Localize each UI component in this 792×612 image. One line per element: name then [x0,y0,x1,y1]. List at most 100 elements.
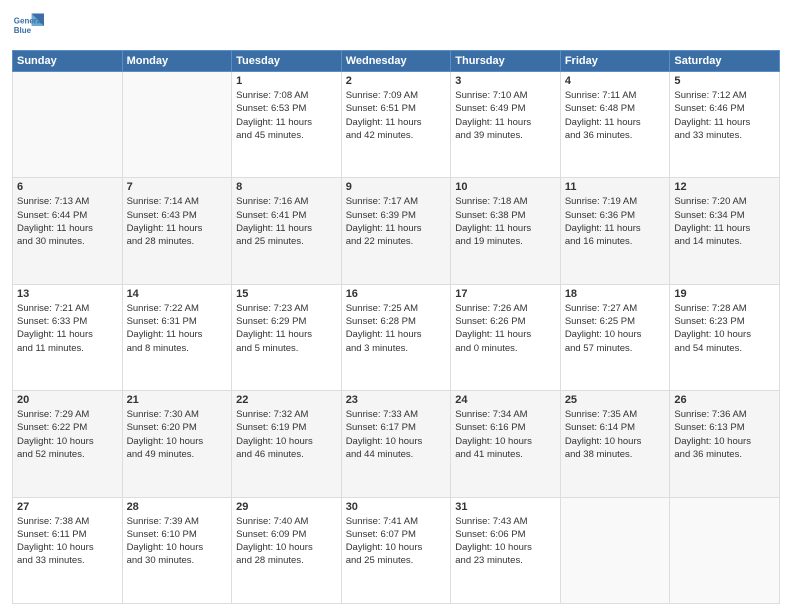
day-number: 16 [346,288,447,300]
calendar-cell: 23Sunrise: 7:33 AM Sunset: 6:17 PM Dayli… [341,391,451,497]
day-info: Sunrise: 7:18 AM Sunset: 6:38 PM Dayligh… [455,195,556,248]
day-info: Sunrise: 7:27 AM Sunset: 6:25 PM Dayligh… [565,302,666,355]
calendar-week-row: 1Sunrise: 7:08 AM Sunset: 6:53 PM Daylig… [13,72,780,178]
day-info: Sunrise: 7:08 AM Sunset: 6:53 PM Dayligh… [236,89,337,142]
day-number: 28 [127,501,228,513]
calendar-cell: 24 Sunrise: 7:34 AM Sunset: 6:16 PM Dayli… [451,391,561,497]
day-number: 17 [455,288,556,300]
page-container: General Blue SundayMondayTuesdayWednesda… [0,0,792,612]
calendar-cell: 28 Sunrise: 7:39 AM Sunset: 6:10 PM Dayli… [122,497,232,603]
calendar-cell: 21 Sunrise: 7:30 AM Sunset: 6:20 PM Dayli… [122,391,232,497]
day-info: Sunrise: 7:16 AM Sunset: 6:41 PM Dayligh… [236,195,337,248]
calendar-cell [670,497,780,603]
day-number: 27 [17,501,118,513]
day-info: Sunrise: 7:22 AM Sunset: 6:31 PM Dayligh… [127,302,228,355]
calendar-cell: 25 Sunrise: 7:35 AM Sunset: 6:14 PM Dayli… [560,391,670,497]
calendar-cell: 4Sunrise: 7:11 AM Sunset: 6:48 PM Daylig… [560,72,670,178]
day-number: 24 [455,394,556,406]
day-info: Sunrise: 7:32 AM Sunset: 6:19 PM Dayligh… [236,408,337,461]
calendar-week-row: 13Sunrise: 7:21 AM Sunset: 6:33 PM Dayli… [13,284,780,390]
calendar-cell: 7 Sunrise: 7:14 AM Sunset: 6:43 PM Daylig… [122,178,232,284]
calendar-cell: 6 Sunrise: 7:13 AM Sunset: 6:44 PM Daylig… [13,178,123,284]
calendar-cell: 26 Sunrise: 7:36 AM Sunset: 6:13 PM Dayli… [670,391,780,497]
day-number: 9 [346,181,447,193]
calendar-cell: 10Sunrise: 7:18 AM Sunset: 6:38 PM Dayli… [451,178,561,284]
day-info: Sunrise: 7:19 AM Sunset: 6:36 PM Dayligh… [565,195,666,248]
day-number: 23 [346,394,447,406]
calendar-cell: 16 Sunrise: 7:25 AM Sunset: 6:28 PM Dayli… [341,284,451,390]
calendar-cell: 20 Sunrise: 7:29 AM Sunset: 6:22 PM Dayli… [13,391,123,497]
calendar-cell: 31 Sunrise: 7:43 AM Sunset: 6:06 PM Dayli… [451,497,561,603]
day-info: Sunrise: 7:13 AM Sunset: 6:44 PM Dayligh… [17,195,118,248]
day-number: 4 [565,75,666,87]
day-number: 3 [455,75,556,87]
day-info: Sunrise: 7:35 AM Sunset: 6:14 PM Dayligh… [565,408,666,461]
calendar-cell: 13Sunrise: 7:21 AM Sunset: 6:33 PM Dayli… [13,284,123,390]
day-number: 18 [565,288,666,300]
day-number: 26 [674,394,775,406]
weekday-header: Sunday [13,51,123,72]
day-info: Sunrise: 7:26 AM Sunset: 6:26 PM Dayligh… [455,302,556,355]
day-number: 15 [236,288,337,300]
calendar-cell: 22Sunrise: 7:32 AM Sunset: 6:19 PM Dayli… [232,391,342,497]
calendar-week-row: 6 Sunrise: 7:13 AM Sunset: 6:44 PM Daylig… [13,178,780,284]
day-info: Sunrise: 7:14 AM Sunset: 6:43 PM Dayligh… [127,195,228,248]
day-info: Sunrise: 7:40 AM Sunset: 6:09 PM Dayligh… [236,515,337,568]
calendar-cell: 19 Sunrise: 7:28 AM Sunset: 6:23 PM Dayli… [670,284,780,390]
calendar-cell: 5Sunrise: 7:12 AM Sunset: 6:46 PM Daylig… [670,72,780,178]
day-info: Sunrise: 7:34 AM Sunset: 6:16 PM Dayligh… [455,408,556,461]
svg-text:Blue: Blue [14,26,32,35]
calendar-cell: 18 Sunrise: 7:27 AM Sunset: 6:25 PM Dayli… [560,284,670,390]
calendar-week-row: 27Sunrise: 7:38 AM Sunset: 6:11 PM Dayli… [13,497,780,603]
calendar-cell: 11 Sunrise: 7:19 AM Sunset: 6:36 PM Dayli… [560,178,670,284]
calendar-cell [13,72,123,178]
day-info: Sunrise: 7:43 AM Sunset: 6:06 PM Dayligh… [455,515,556,568]
day-info: Sunrise: 7:28 AM Sunset: 6:23 PM Dayligh… [674,302,775,355]
day-number: 30 [346,501,447,513]
calendar-week-row: 20 Sunrise: 7:29 AM Sunset: 6:22 PM Dayli… [13,391,780,497]
day-info: Sunrise: 7:09 AM Sunset: 6:51 PM Dayligh… [346,89,447,142]
calendar-cell: 17 Sunrise: 7:26 AM Sunset: 6:26 PM Dayli… [451,284,561,390]
weekday-header: Wednesday [341,51,451,72]
calendar-cell: 8 Sunrise: 7:16 AM Sunset: 6:41 PM Daylig… [232,178,342,284]
day-info: Sunrise: 7:21 AM Sunset: 6:33 PM Dayligh… [17,302,118,355]
day-number: 25 [565,394,666,406]
svg-text:General: General [14,16,44,25]
day-info: Sunrise: 7:30 AM Sunset: 6:20 PM Dayligh… [127,408,228,461]
day-info: Sunrise: 7:29 AM Sunset: 6:22 PM Dayligh… [17,408,118,461]
day-info: Sunrise: 7:20 AM Sunset: 6:34 PM Dayligh… [674,195,775,248]
calendar-cell: 1Sunrise: 7:08 AM Sunset: 6:53 PM Daylig… [232,72,342,178]
day-number: 31 [455,501,556,513]
day-info: Sunrise: 7:10 AM Sunset: 6:49 PM Dayligh… [455,89,556,142]
day-number: 7 [127,181,228,193]
day-number: 29 [236,501,337,513]
day-number: 12 [674,181,775,193]
day-number: 6 [17,181,118,193]
logo: General Blue [12,10,44,42]
day-number: 19 [674,288,775,300]
day-number: 8 [236,181,337,193]
calendar-cell: 9 Sunrise: 7:17 AM Sunset: 6:39 PM Daylig… [341,178,451,284]
day-info: Sunrise: 7:23 AM Sunset: 6:29 PM Dayligh… [236,302,337,355]
day-number: 21 [127,394,228,406]
day-number: 11 [565,181,666,193]
calendar-cell [560,497,670,603]
calendar-table: SundayMondayTuesdayWednesdayThursdayFrid… [12,50,780,604]
day-info: Sunrise: 7:41 AM Sunset: 6:07 PM Dayligh… [346,515,447,568]
day-number: 20 [17,394,118,406]
day-number: 14 [127,288,228,300]
calendar-header-row: SundayMondayTuesdayWednesdayThursdayFrid… [13,51,780,72]
day-number: 2 [346,75,447,87]
day-info: Sunrise: 7:36 AM Sunset: 6:13 PM Dayligh… [674,408,775,461]
weekday-header: Thursday [451,51,561,72]
generalblue-logo-icon: General Blue [12,10,44,42]
weekday-header: Monday [122,51,232,72]
calendar-cell: 29 Sunrise: 7:40 AM Sunset: 6:09 PM Dayli… [232,497,342,603]
calendar-cell: 2 Sunrise: 7:09 AM Sunset: 6:51 PM Daylig… [341,72,451,178]
day-info: Sunrise: 7:39 AM Sunset: 6:10 PM Dayligh… [127,515,228,568]
day-info: Sunrise: 7:25 AM Sunset: 6:28 PM Dayligh… [346,302,447,355]
calendar-cell: 30 Sunrise: 7:41 AM Sunset: 6:07 PM Dayli… [341,497,451,603]
calendar-cell [122,72,232,178]
weekday-header: Tuesday [232,51,342,72]
day-info: Sunrise: 7:17 AM Sunset: 6:39 PM Dayligh… [346,195,447,248]
